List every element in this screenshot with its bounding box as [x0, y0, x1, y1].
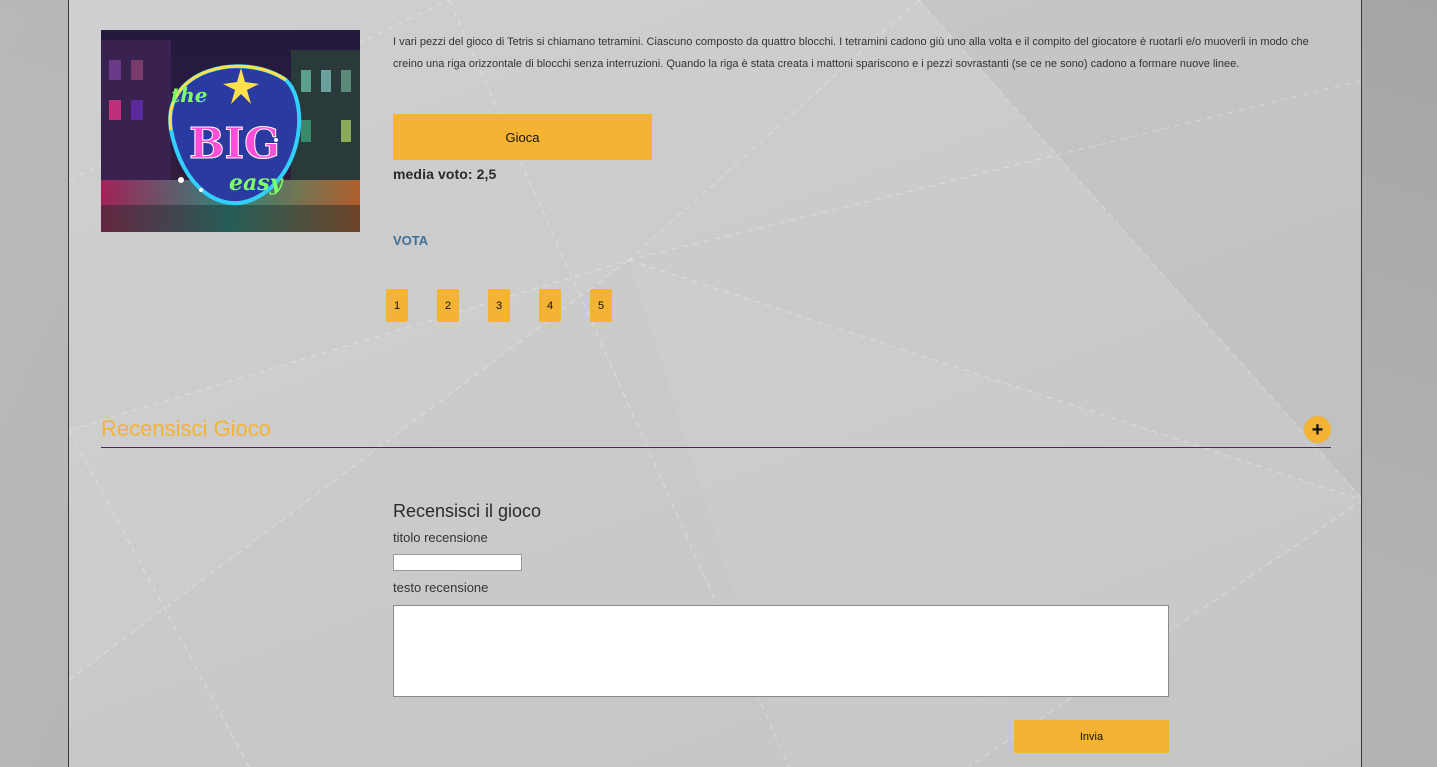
average-rating: media voto: 2,5 — [393, 166, 497, 182]
vote-options: 1 2 3 4 5 — [386, 289, 641, 322]
big-easy-logo: the BIG easy — [101, 30, 360, 232]
svg-text:easy: easy — [229, 170, 285, 196]
vote-option-3[interactable]: 3 — [488, 289, 510, 322]
play-button[interactable]: Gioca — [393, 114, 652, 160]
submit-review-button[interactable]: Invia — [1014, 720, 1169, 753]
review-section-title: Recensisci Gioco — [101, 416, 271, 441]
vote-option-1[interactable]: 1 — [386, 289, 408, 322]
review-text-label: testo recensione — [393, 580, 489, 595]
review-section-header: Recensisci Gioco + — [101, 414, 1331, 448]
review-title-input[interactable] — [393, 554, 522, 571]
game-thumbnail[interactable]: the BIG easy — [101, 30, 360, 232]
vote-option-5[interactable]: 5 — [590, 289, 612, 322]
review-title-label: titolo recensione — [393, 530, 488, 545]
vote-option-2[interactable]: 2 — [437, 289, 459, 322]
vote-link[interactable]: VOTA — [393, 233, 428, 248]
expand-plus-icon[interactable]: + — [1304, 416, 1331, 443]
review-text-input[interactable] — [393, 605, 1169, 697]
svg-text:the: the — [171, 83, 208, 107]
game-description: I vari pezzi del gioco di Tetris si chia… — [393, 36, 1309, 70]
content-container: the BIG easy I vari pezzi del gioco di T… — [68, 0, 1362, 767]
svg-text:BIG: BIG — [189, 119, 280, 168]
review-form-title: Recensisci il gioco — [393, 501, 542, 521]
vote-option-4[interactable]: 4 — [539, 289, 561, 322]
